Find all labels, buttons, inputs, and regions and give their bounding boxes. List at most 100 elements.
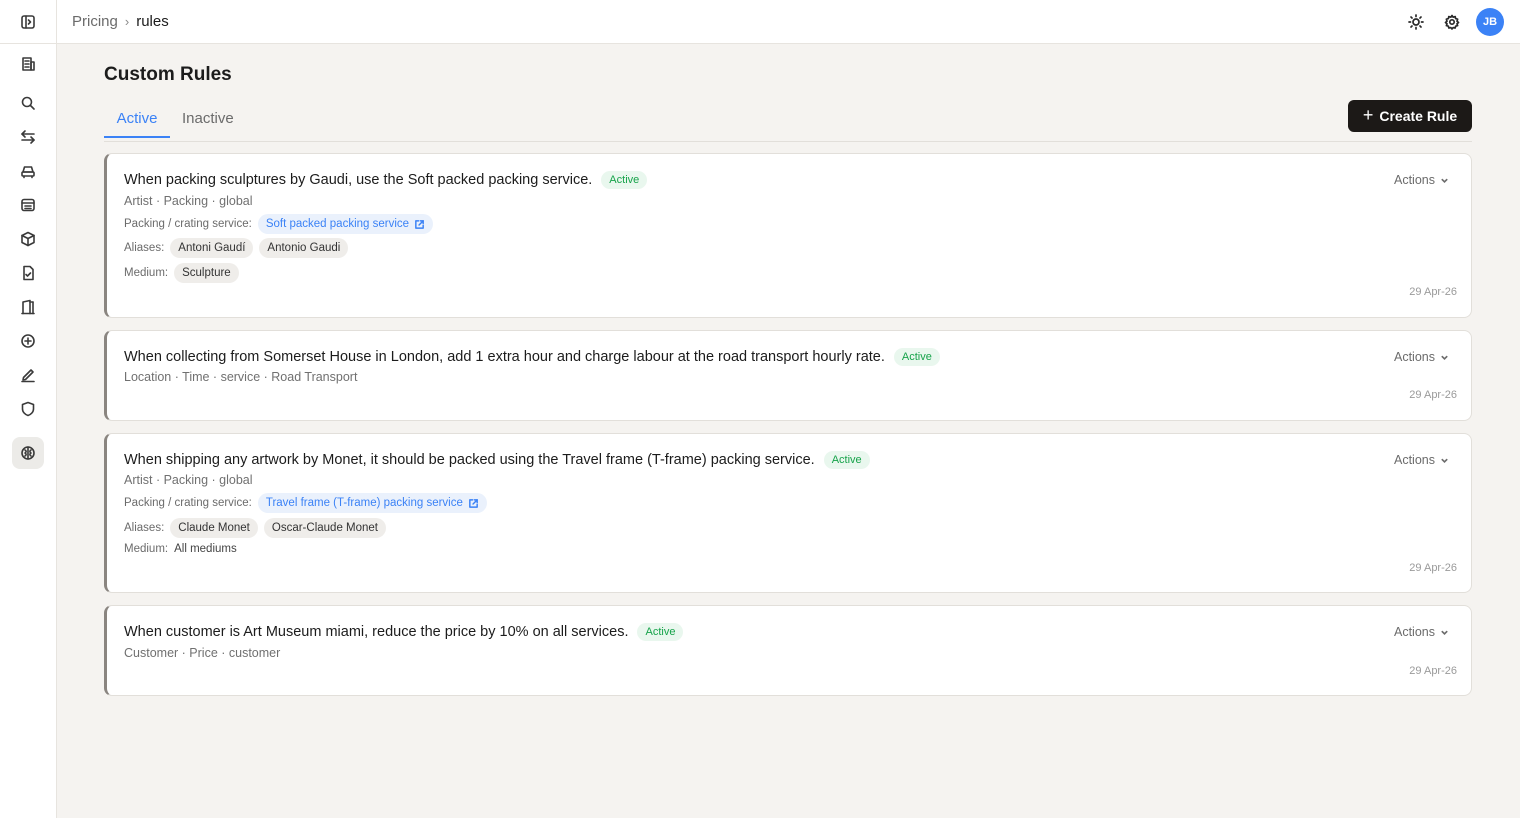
sidebar-item-buildings[interactable] <box>12 48 44 80</box>
actions-label: Actions <box>1394 350 1435 364</box>
service-link[interactable]: Soft packed packing service <box>257 214 434 234</box>
car-icon <box>21 166 35 179</box>
settings-button[interactable] <box>1440 8 1464 36</box>
actions-label: Actions <box>1394 453 1435 467</box>
alias-chip: Claude Monet <box>170 518 258 538</box>
alias-chip: Oscar-Claude Monet <box>263 518 386 538</box>
tab-inactive[interactable]: Inactive <box>182 110 234 136</box>
chevron-down-icon <box>1441 355 1448 360</box>
rule-date: 29 Apr-26 <box>1409 562 1457 574</box>
sidebar-item-packages[interactable] <box>12 223 44 255</box>
pen-icon <box>21 369 35 383</box>
breadcrumb: Pricing › rules <box>72 13 169 30</box>
chevron-down-icon <box>1441 458 1448 463</box>
alias-chip: Antonio Gaudi <box>259 238 349 258</box>
medium-chip: Sculpture <box>174 263 239 283</box>
rule-meta: Artist · Packing · global <box>124 473 253 487</box>
service-row: Packing / crating service: Travel frame … <box>124 493 487 513</box>
plus-circle-icon <box>21 334 35 348</box>
status-badge: Active <box>637 623 684 641</box>
rule-title-row: When customer is Art Museum miami, reduc… <box>124 623 684 641</box>
actions-dropdown[interactable]: Actions <box>1394 173 1449 187</box>
theme-toggle-button[interactable] <box>1404 8 1428 36</box>
rule-title: When shipping any artwork by Monet, it s… <box>124 452 815 468</box>
service-link[interactable]: Travel frame (T-frame) packing service <box>257 493 487 513</box>
sidebar-item-inventory[interactable] <box>12 189 44 221</box>
service-row: Packing / crating service: Soft packed p… <box>124 214 434 234</box>
breadcrumb-pricing-link[interactable]: Pricing <box>72 13 118 30</box>
aliases-label: Aliases: <box>124 522 165 534</box>
shield-icon <box>21 401 35 417</box>
sidebar-item-edit[interactable] <box>12 359 44 391</box>
rule-meta: Location · Time · service · Road Transpo… <box>124 370 358 384</box>
sidebar-item-pricing[interactable] <box>12 437 44 469</box>
rule-card: When shipping any artwork by Monet, it s… <box>104 433 1472 593</box>
medium-row: Medium: All mediums <box>124 543 237 555</box>
rule-title: When packing sculptures by Gaudi, use th… <box>124 172 593 188</box>
box-icon <box>21 231 35 247</box>
sidebar-item-documents[interactable] <box>12 257 44 289</box>
plus-icon: + <box>1362 105 1374 125</box>
actions-dropdown[interactable]: Actions <box>1394 625 1449 639</box>
rule-title: When collecting from Somerset House in L… <box>124 349 885 365</box>
file-check-icon <box>23 265 34 281</box>
service-name: Soft packed packing service <box>265 218 410 230</box>
status-badge: Active <box>893 348 940 366</box>
rule-meta: Artist · Packing · global <box>124 194 253 208</box>
rule-date: 29 Apr-26 <box>1409 665 1457 677</box>
service-label: Packing / crating service: <box>124 497 252 509</box>
rule-card: When collecting from Somerset House in L… <box>104 330 1472 421</box>
user-avatar[interactable]: JB <box>1476 8 1504 36</box>
sun-icon <box>1408 14 1424 30</box>
rule-title: When customer is Art Museum miami, reduc… <box>124 624 629 640</box>
aliases-row: Aliases: Antoni Gaudí Antonio Gaudi <box>124 238 349 258</box>
gear-icon <box>1444 14 1460 30</box>
sidebar <box>0 0 57 818</box>
building-icon <box>22 57 35 71</box>
page-title: Custom Rules <box>104 64 232 85</box>
medium-label: Medium: <box>124 543 169 555</box>
tab-active[interactable]: Active <box>104 110 170 138</box>
chevron-down-icon <box>1441 630 1448 635</box>
rule-title-row: When collecting from Somerset House in L… <box>124 348 940 366</box>
create-rule-label: Create Rule <box>1379 108 1458 124</box>
rule-meta: Customer · Price · customer <box>124 646 281 660</box>
rule-date: 29 Apr-26 <box>1409 286 1457 298</box>
status-badge: Active <box>601 171 648 189</box>
external-link-icon <box>415 219 424 229</box>
panel-left-icon <box>12 6 44 38</box>
rule-card: When packing sculptures by Gaudi, use th… <box>104 153 1472 318</box>
actions-dropdown[interactable]: Actions <box>1394 453 1449 467</box>
rules-tabs: Active Inactive <box>104 102 1472 142</box>
chevron-down-icon <box>1441 178 1448 183</box>
aliases-label: Aliases: <box>124 242 165 254</box>
sidebar-item-transfers[interactable] <box>12 121 44 153</box>
top-bar: Pricing › rules JB <box>57 0 1520 44</box>
rule-title-row: When shipping any artwork by Monet, it s… <box>124 451 870 469</box>
search-icon <box>21 96 35 110</box>
sidebar-item-search[interactable] <box>12 87 44 119</box>
medium-label: Medium: <box>124 267 169 279</box>
top-actions: JB <box>1404 8 1504 36</box>
door-icon <box>21 299 35 315</box>
sidebar-item-warehouse[interactable] <box>12 291 44 323</box>
breadcrumb-current: rules <box>136 13 169 30</box>
service-label: Packing / crating service: <box>124 218 252 230</box>
chevron-right-icon: › <box>124 14 130 29</box>
rule-title-row: When packing sculptures by Gaudi, use th… <box>124 171 648 189</box>
actions-dropdown[interactable]: Actions <box>1394 350 1449 364</box>
sidebar-item-vehicles[interactable] <box>12 155 44 187</box>
rule-date: 29 Apr-26 <box>1409 389 1457 401</box>
sidebar-item-security[interactable] <box>12 393 44 425</box>
status-badge: Active <box>823 451 870 469</box>
external-link-icon <box>468 498 478 508</box>
medium-value: All mediums <box>174 543 237 555</box>
medium-row: Medium: Sculpture <box>124 263 239 283</box>
actions-label: Actions <box>1394 625 1435 639</box>
arrows-exchange-icon <box>21 130 35 144</box>
alias-chip: Antoni Gaudí <box>170 238 254 258</box>
sidebar-toggle-button[interactable] <box>0 0 56 44</box>
create-rule-button[interactable]: + Create Rule <box>1348 100 1472 132</box>
brain-icon <box>21 446 35 460</box>
sidebar-item-add[interactable] <box>12 325 44 357</box>
